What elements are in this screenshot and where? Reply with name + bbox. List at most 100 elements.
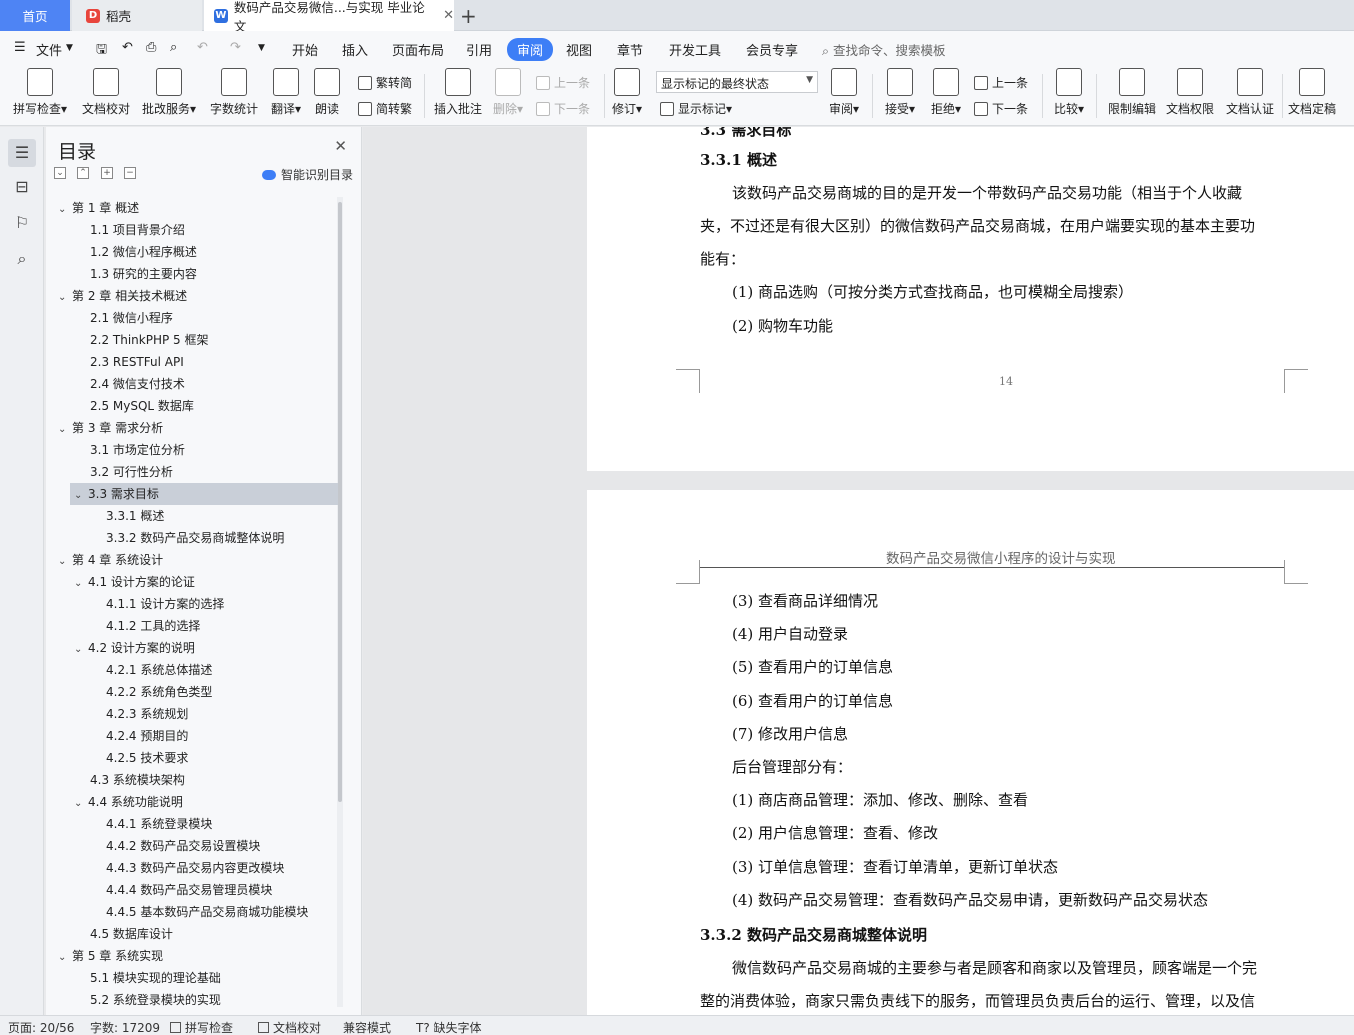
chevron-down-icon[interactable]: ⌄ — [74, 793, 88, 815]
hamburger-icon[interactable]: ☰ — [14, 40, 26, 55]
toc-item[interactable]: 1.3 研究的主要内容 — [46, 263, 338, 285]
toc-item[interactable]: 4.1.1 设计方案的选择 — [46, 593, 338, 615]
toc-item[interactable]: 3.2 可行性分析 — [46, 461, 338, 483]
markup-state-select[interactable]: 显示标记的最终状态 ▼ — [656, 71, 818, 93]
word-count-button[interactable]: 字数统计 — [208, 68, 260, 117]
remove-heading-icon[interactable]: − — [124, 167, 136, 179]
tab-home[interactable]: 首页 — [0, 0, 70, 31]
toc-item[interactable]: 2.2 ThinkPHP 5 框架 — [46, 329, 338, 351]
toc-item[interactable]: 5.1 模块实现的理论基础 — [46, 967, 338, 989]
tab-document[interactable]: W 数码产品交易微信...与实现 毕业论文 ✕ — [204, 0, 454, 34]
toc-item[interactable]: ⌄ 4.2 设计方案的说明 — [46, 637, 338, 659]
toc-item[interactable]: 4.4.1 系统登录模块 — [46, 813, 338, 835]
menu-view[interactable]: 视图 — [566, 40, 592, 59]
translate-button[interactable]: 翻译▾ — [266, 68, 306, 117]
toc-item[interactable]: 4.1.2 工具的选择 — [46, 615, 338, 637]
expand-all-icon[interactable]: ⌃ — [77, 167, 89, 179]
chevron-down-icon[interactable]: ⌄ — [58, 199, 72, 221]
compare-button[interactable]: 比较▾ — [1050, 68, 1088, 117]
toc-item[interactable]: 4.4.4 数码产品交易管理员模块 — [46, 879, 338, 901]
toc-item[interactable]: ⌄ 3.3 需求目标 — [70, 483, 338, 505]
menu-review[interactable]: 审阅 — [507, 38, 554, 61]
menu-member[interactable]: 会员专享 — [746, 40, 798, 59]
chevron-down-icon[interactable]: ⌄ — [58, 947, 72, 969]
undo-icon[interactable]: ↶ — [197, 40, 208, 55]
chevron-down-icon[interactable]: ⌄ — [74, 639, 88, 661]
menu-reference[interactable]: 引用 — [466, 40, 492, 59]
to-simplified-button[interactable]: 繁转简 — [358, 74, 412, 91]
menu-developer[interactable]: 开发工具 — [669, 40, 721, 59]
chevron-down-icon[interactable]: ⌄ — [58, 419, 72, 441]
collapse-all-icon[interactable]: ⌄ — [54, 167, 66, 179]
review-pane-button[interactable]: 审阅▾ — [826, 68, 862, 117]
next-comment-button[interactable]: 下一条 — [536, 100, 590, 117]
spell-check-status[interactable]: 拼写检查 — [170, 1019, 233, 1035]
doc-finalize-button[interactable]: 文档定稿 — [1286, 68, 1338, 117]
toc-item[interactable]: ⌄ 第 2 章 相关技术概述 — [46, 285, 338, 307]
missing-font-status[interactable]: T? 缺失字体 — [416, 1019, 482, 1035]
menu-insert[interactable]: 插入 — [342, 40, 368, 59]
toc-item[interactable]: 2.5 MySQL 数据库 — [46, 395, 338, 417]
toc-item[interactable]: 4.2.2 系统角色类型 — [46, 681, 338, 703]
toc-item[interactable]: ⌄ 4.1 设计方案的论证 — [46, 571, 338, 593]
doc-permission-button[interactable]: 文档权限 — [1164, 68, 1216, 117]
close-icon[interactable]: ✕ — [334, 137, 347, 155]
chevron-down-icon[interactable]: ⌄ — [58, 551, 72, 573]
chevron-down-icon[interactable]: ⌄ — [74, 485, 88, 507]
toc-item[interactable]: 4.2.5 技术要求 — [46, 747, 338, 769]
save-icon[interactable]: 🖫 — [96, 40, 107, 62]
next-revision-button[interactable]: 下一条 — [974, 100, 1028, 117]
file-menu[interactable]: 文件 — [36, 40, 62, 59]
doc-check-button[interactable]: 文档校对 — [80, 68, 132, 117]
navigation-icon[interactable]: ⊟ — [12, 177, 32, 197]
toc-item[interactable]: 4.2.4 预期目的 — [46, 725, 338, 747]
accept-button[interactable]: 接受▾ — [880, 68, 920, 117]
reject-button[interactable]: 拒绝▾ — [926, 68, 966, 117]
toc-item[interactable]: 2.3 RESTFul API — [46, 351, 338, 373]
doc-certify-button[interactable]: 文档认证 — [1224, 68, 1276, 117]
tab-daoke[interactable]: D 稻壳 — [72, 0, 202, 31]
to-traditional-button[interactable]: 简转繁 — [358, 100, 412, 117]
toc-item[interactable]: 3.3.1 概述 — [46, 505, 338, 527]
toc-item[interactable]: 3.1 市场定位分析 — [46, 439, 338, 461]
spell-check-button[interactable]: 拼写检查▾ — [10, 68, 70, 117]
menu-start[interactable]: 开始 — [292, 40, 318, 59]
redo-icon[interactable]: ↷ — [230, 40, 241, 55]
delete-comment-button[interactable]: 删除▾ — [490, 68, 526, 117]
toc-item[interactable]: ⌄ 第 5 章 系统实现 — [46, 945, 338, 967]
chevron-down-icon[interactable]: ▼ — [66, 43, 73, 53]
toc-panel-icon[interactable]: ☰ — [8, 139, 36, 167]
toc-item[interactable]: 1.2 微信小程序概述 — [46, 241, 338, 263]
toc-scrollbar-thumb[interactable] — [338, 202, 342, 802]
toc-item[interactable]: 4.4.3 数码产品交易内容更改模块 — [46, 857, 338, 879]
menu-chapter[interactable]: 章节 — [617, 40, 643, 59]
toc-item[interactable]: 4.2.3 系统规划 — [46, 703, 338, 725]
chevron-down-icon[interactable]: ⌄ — [58, 287, 72, 309]
menu-page-layout[interactable]: 页面布局 — [392, 40, 444, 59]
toc-item[interactable]: 4.2.1 系统总体描述 — [46, 659, 338, 681]
toc-item[interactable]: ⌄ 第 1 章 概述 — [46, 197, 338, 219]
revise-button[interactable]: 修订▾ — [610, 68, 644, 117]
word-count[interactable]: 字数: 17209 — [90, 1019, 160, 1035]
toc-item[interactable]: 4.4.2 数码产品交易设置模块 — [46, 835, 338, 857]
read-aloud-button[interactable]: 朗读 — [312, 68, 342, 117]
toc-item[interactable]: ⌄ 第 3 章 需求分析 — [46, 417, 338, 439]
toc-item[interactable]: 2.1 微信小程序 — [46, 307, 338, 329]
batch-service-button[interactable]: 批改服务▾ — [140, 68, 198, 117]
doc-check-status[interactable]: 文档校对 — [258, 1019, 321, 1035]
add-heading-icon[interactable]: + — [101, 167, 113, 179]
toc-item[interactable]: 4.4.5 基本数码产品交易商城功能模块 — [46, 901, 338, 923]
page-indicator[interactable]: 页面: 20/56 — [8, 1019, 74, 1035]
quick-access-dropdown-icon[interactable]: ▼ — [258, 43, 265, 53]
toc-item[interactable]: 4.3 系统模块架构 — [46, 769, 338, 791]
print-icon[interactable]: ⎙ — [146, 40, 156, 55]
command-search[interactable]: ⌕ 查找命令、搜索模板 — [822, 40, 946, 59]
prev-comment-button[interactable]: 上一条 — [536, 74, 590, 91]
smart-toc-button[interactable]: 智能识别目录 — [261, 166, 353, 183]
toc-item[interactable]: 1.1 项目背景介绍 — [46, 219, 338, 241]
prev-revision-button[interactable]: 上一条 — [974, 74, 1028, 91]
restrict-edit-button[interactable]: 限制编辑 — [1106, 68, 1158, 117]
print-preview-icon[interactable]: ⌕ — [170, 40, 177, 55]
toc-item[interactable]: 2.4 微信支付技术 — [46, 373, 338, 395]
toc-item[interactable]: ⌄ 4.4 系统功能说明 — [46, 791, 338, 813]
